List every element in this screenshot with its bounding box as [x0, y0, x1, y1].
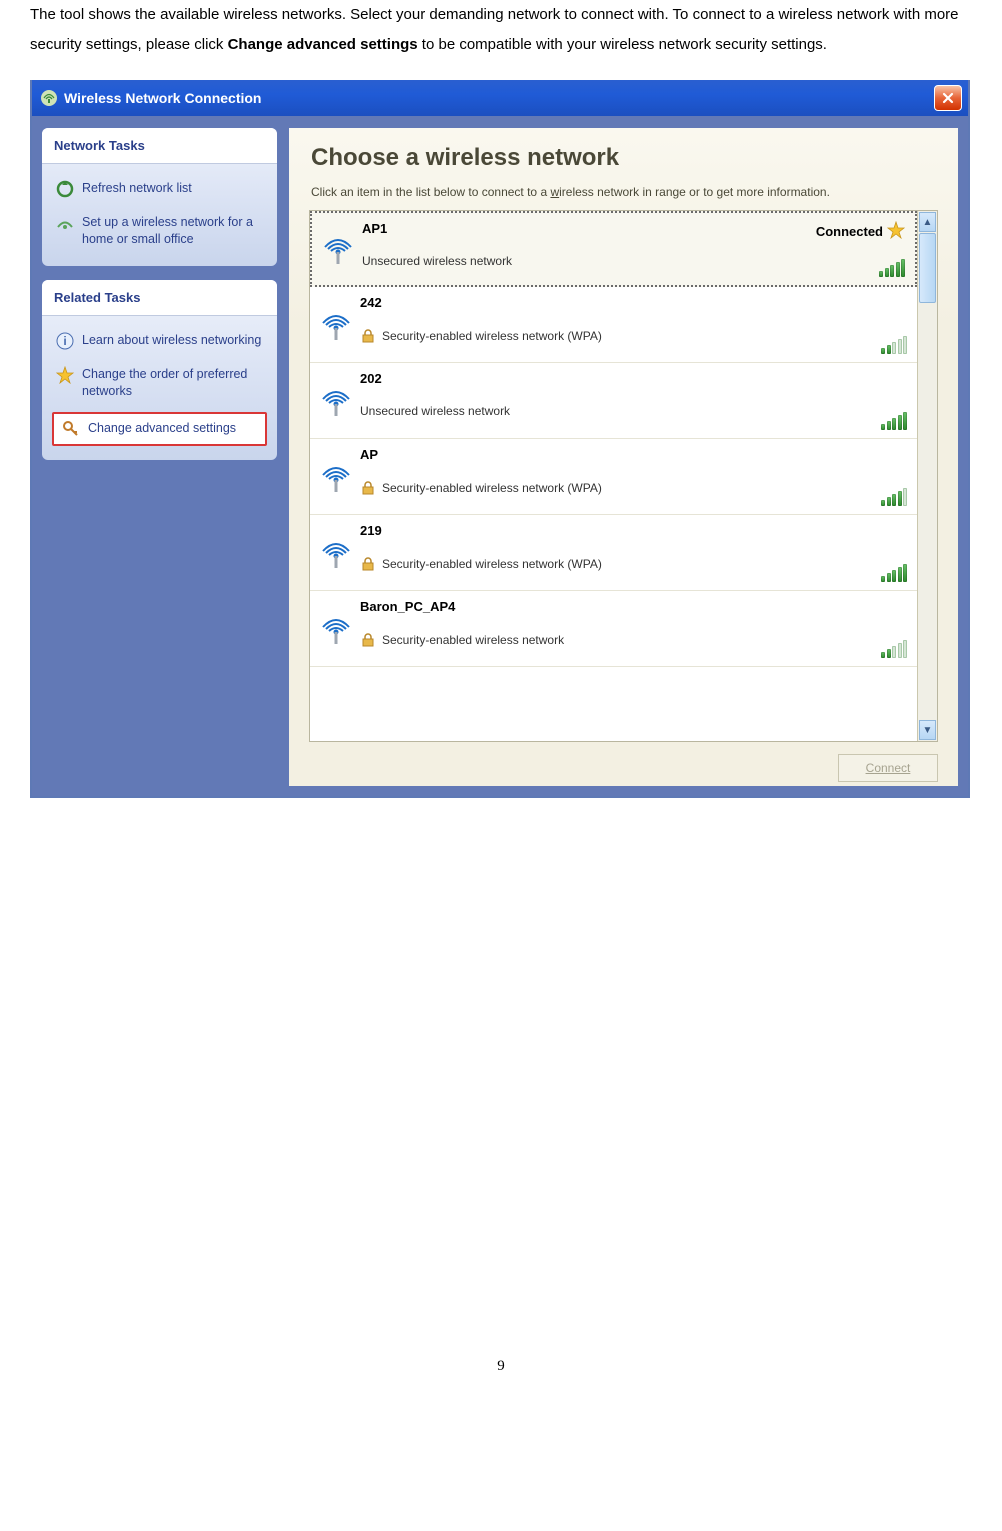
- antenna-icon: [316, 445, 356, 510]
- scroll-down-button[interactable]: ▼: [919, 720, 936, 740]
- network-item[interactable]: 202 Unsecured wireless network: [310, 363, 917, 439]
- panel-header: Network Tasks: [42, 128, 277, 164]
- main-panel: Choose a wireless network Click an item …: [289, 128, 958, 786]
- network-item[interactable]: AP1 Unsecured wireless network Connected: [310, 211, 917, 287]
- window: Wireless Network Connection Network Task…: [30, 80, 970, 798]
- signal-bars: [881, 334, 907, 354]
- page-number: 9: [30, 1358, 972, 1375]
- lock-icon: [360, 632, 376, 648]
- network-name: 202: [360, 371, 789, 386]
- security-row: Unsecured wireless network: [362, 254, 787, 268]
- main-heading: Choose a wireless network: [289, 128, 958, 180]
- star-icon: [887, 221, 905, 242]
- task-setup-network[interactable]: Set up a wireless network for a home or …: [46, 206, 273, 256]
- panel-related-tasks: Related Tasks i Learn about wireless net…: [42, 280, 277, 460]
- status-row: Connected: [816, 221, 905, 242]
- network-item[interactable]: 242 Security-enabled wireless network (WP…: [310, 287, 917, 363]
- doc-paragraph: The tool shows the available wireless ne…: [30, 0, 972, 60]
- security-label: Security-enabled wireless network: [382, 633, 564, 647]
- window-title: Wireless Network Connection: [64, 90, 261, 106]
- network-name: Baron_PC_AP4: [360, 599, 789, 614]
- security-label: Security-enabled wireless network (WPA): [382, 557, 602, 571]
- close-button[interactable]: [934, 85, 962, 111]
- network-item[interactable]: 219 Security-enabled wireless network (WP…: [310, 515, 917, 591]
- scroll-up-button[interactable]: ▲: [919, 212, 936, 232]
- network-info: AP1 Unsecured wireless network: [358, 219, 787, 281]
- task-learn[interactable]: i Learn about wireless networking: [46, 324, 273, 358]
- signal-bars: [879, 257, 905, 277]
- signal-bars: [881, 410, 907, 430]
- antenna-icon: [316, 597, 356, 662]
- svg-text:i: i: [63, 334, 66, 348]
- signal-bars: [881, 638, 907, 658]
- network-name: 242: [360, 295, 789, 310]
- network-name: AP: [360, 447, 789, 462]
- task-order[interactable]: Change the order of preferred networks: [46, 358, 273, 408]
- network-info: 242 Security-enabled wireless network (WP…: [356, 293, 789, 358]
- network-item[interactable]: AP Security-enabled wireless network (WPA…: [310, 439, 917, 515]
- task-label: Set up a wireless network for a home or …: [82, 214, 263, 248]
- network-right: [789, 369, 909, 434]
- wireless-icon: [40, 89, 58, 107]
- antenna-icon: [318, 219, 358, 281]
- network-right: [789, 293, 909, 358]
- task-label: Change the order of preferred networks: [82, 366, 263, 400]
- network-right: [789, 445, 909, 510]
- lock-icon: [360, 328, 376, 344]
- signal-bars: [881, 562, 907, 582]
- network-name: 219: [360, 523, 789, 538]
- signal-bars: [881, 486, 907, 506]
- network-info: Baron_PC_AP4 Security-enabled wireless ne…: [356, 597, 789, 662]
- panel-network-tasks: Network Tasks Refresh network list Set u…: [42, 128, 277, 266]
- network-info: AP Security-enabled wireless network (WPA…: [356, 445, 789, 510]
- scroll-thumb[interactable]: [919, 233, 936, 303]
- network-list-wrapper: AP1 Unsecured wireless network Connected 24…: [309, 210, 938, 742]
- info-icon: i: [56, 332, 74, 350]
- window-body: Network Tasks Refresh network list Set u…: [32, 116, 968, 796]
- network-item[interactable]: Baron_PC_AP4 Security-enabled wireless ne…: [310, 591, 917, 667]
- security-row: Security-enabled wireless network (WPA): [360, 328, 789, 344]
- key-icon: [62, 420, 80, 438]
- task-label: Learn about wireless networking: [82, 332, 261, 349]
- task-label: Change advanced settings: [88, 420, 236, 437]
- network-list: AP1 Unsecured wireless network Connected 24…: [310, 211, 917, 741]
- sidebar: Network Tasks Refresh network list Set u…: [42, 128, 277, 786]
- lock-icon: [360, 480, 376, 496]
- security-row: Security-enabled wireless network (WPA): [360, 480, 789, 496]
- refresh-icon: [56, 180, 74, 198]
- network-right: [789, 597, 909, 662]
- security-label: Unsecured wireless network: [362, 254, 512, 268]
- network-right: [789, 521, 909, 586]
- security-label: Security-enabled wireless network (WPA): [382, 329, 602, 343]
- lock-icon: [360, 556, 376, 572]
- star-icon: [56, 366, 74, 384]
- antenna-icon: [316, 521, 356, 586]
- main-instructions: Click an item in the list below to conne…: [289, 180, 958, 210]
- connect-label: Connect: [866, 761, 911, 775]
- security-label: Security-enabled wireless network (WPA): [382, 481, 602, 495]
- task-label: Refresh network list: [82, 180, 192, 197]
- security-row: Security-enabled wireless network: [360, 632, 789, 648]
- scrollbar[interactable]: ▲ ▼: [917, 211, 937, 741]
- network-info: 219 Security-enabled wireless network (WP…: [356, 521, 789, 586]
- connect-button[interactable]: Connect: [838, 754, 938, 782]
- panel-header: Related Tasks: [42, 280, 277, 316]
- task-refresh[interactable]: Refresh network list: [46, 172, 273, 206]
- titlebar: Wireless Network Connection: [32, 80, 968, 116]
- security-row: Security-enabled wireless network (WPA): [360, 556, 789, 572]
- network-right: Connected: [787, 219, 907, 281]
- scroll-track[interactable]: [918, 303, 937, 719]
- security-row: Unsecured wireless network: [360, 404, 789, 418]
- network-name: AP1: [362, 221, 787, 236]
- button-row: Connect: [289, 742, 958, 786]
- network-info: 202 Unsecured wireless network: [356, 369, 789, 434]
- status-label: Connected: [816, 224, 883, 239]
- antenna-icon: [316, 369, 356, 434]
- task-advanced-settings[interactable]: Change advanced settings: [52, 412, 267, 446]
- security-label: Unsecured wireless network: [360, 404, 510, 418]
- setup-icon: [56, 214, 74, 232]
- antenna-icon: [316, 293, 356, 358]
